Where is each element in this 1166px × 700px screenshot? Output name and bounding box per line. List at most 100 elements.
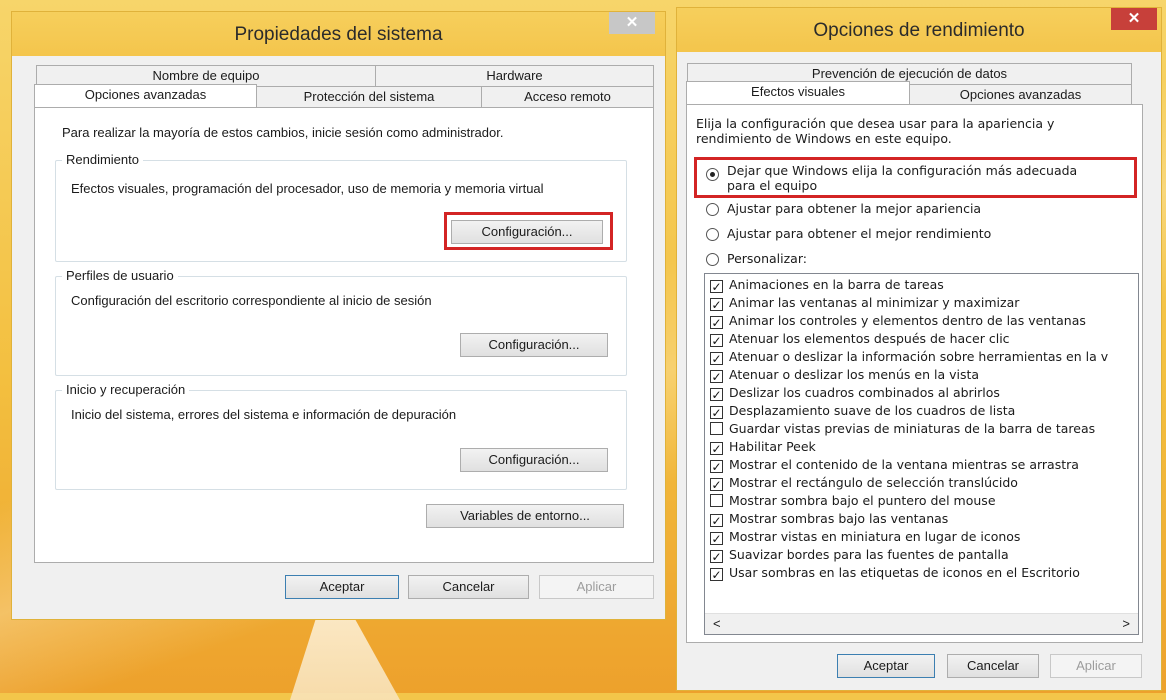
checkbox-checked[interactable]: ✓	[710, 298, 723, 311]
effect-label: Mostrar el rectángulo de selección trans…	[729, 475, 1018, 490]
tab-nombre-de-equipo[interactable]: Nombre de equipo	[36, 65, 376, 86]
startup-recovery-group: Inicio y recuperación Inicio del sistema…	[55, 382, 627, 490]
effect-item[interactable]: ✓ Animaciones en la barra de tareas	[710, 277, 944, 295]
cancel-button[interactable]: Cancelar	[947, 654, 1039, 678]
effect-label: Habilitar Peek	[729, 439, 816, 454]
effect-item[interactable]: ✓ Habilitar Peek	[710, 439, 816, 457]
effect-label: Mostrar el contenido de la ventana mient…	[729, 457, 1079, 472]
radio-best-performance-label: Ajustar para obtener el mejor rendimient…	[727, 226, 992, 241]
effect-item[interactable]: ✓ Atenuar o deslizar la información sobre…	[710, 349, 1108, 367]
effect-item[interactable]: ✓ Atenuar o deslizar los menús en la vist…	[710, 367, 979, 385]
performance-settings-button[interactable]: Configuración...	[451, 220, 603, 244]
effect-item[interactable]: Mostrar sombra bajo el puntero del mouse	[710, 493, 996, 511]
checkbox-checked[interactable]: ✓	[710, 388, 723, 401]
title-bar[interactable]: Opciones de rendimiento ✕	[677, 8, 1161, 52]
checkbox-checked[interactable]: ✓	[710, 532, 723, 545]
effect-item[interactable]: ✓ Animar los controles y elementos dentro…	[710, 313, 1086, 331]
admin-notice: Para realizar la mayoría de estos cambio…	[62, 125, 504, 140]
effect-label: Guardar vistas previas de miniaturas de …	[729, 421, 1096, 436]
horizontal-scrollbar[interactable]: < >	[705, 613, 1138, 634]
effect-label: Deslizar los cuadros combinados al abrir…	[729, 385, 1000, 400]
ok-button[interactable]: Aceptar	[285, 575, 399, 599]
effect-item[interactable]: ✓ Atenuar los elementos después de hacer …	[710, 331, 1010, 349]
window-title: Propiedades del sistema	[234, 24, 443, 45]
scroll-right-icon[interactable]: >	[1122, 616, 1130, 631]
cancel-button[interactable]: Cancelar	[408, 575, 529, 599]
effect-label: Animar las ventanas al minimizar y maxim…	[729, 295, 1020, 310]
checkbox-checked[interactable]: ✓	[710, 280, 723, 293]
close-button[interactable]: ✕	[609, 12, 655, 34]
checkbox-checked[interactable]: ✓	[710, 334, 723, 347]
effect-item[interactable]: ✓ Mostrar el contenido de la ventana mien…	[710, 457, 1079, 475]
checkbox-checked[interactable]: ✓	[710, 352, 723, 365]
startup-recovery-description: Inicio del sistema, errores del sistema …	[71, 407, 457, 422]
visual-effects-intro: Elija la configuración que desea usar pa…	[696, 116, 1055, 146]
user-profiles-group-label: Perfiles de usuario	[62, 268, 178, 283]
environment-variables-button[interactable]: Variables de entorno...	[426, 504, 624, 528]
effect-item[interactable]: ✓ Animar las ventanas al minimizar y maxi…	[710, 295, 1019, 313]
radio-custom[interactable]	[706, 253, 719, 266]
effect-item[interactable]: Guardar vistas previas de miniaturas de …	[710, 421, 1095, 439]
checkbox-checked[interactable]: ✓	[710, 568, 723, 581]
window-title: Opciones de rendimiento	[813, 20, 1025, 41]
radio-best-appearance[interactable]	[706, 203, 719, 216]
effect-item[interactable]: ✓ Mostrar el rectángulo de selección tran…	[710, 475, 1018, 493]
visual-effects-list[interactable]: ✓ Animaciones en la barra de tareas ✓ Anima…	[704, 273, 1139, 635]
radio-let-windows-choose-label-2: para el equipo	[727, 178, 818, 193]
startup-recovery-group-label: Inicio y recuperación	[62, 382, 190, 397]
tab-efectos-visuales[interactable]: Efectos visuales	[686, 81, 910, 104]
checkbox-unchecked[interactable]	[710, 422, 723, 435]
effect-label: Mostrar sombra bajo el puntero del mouse	[729, 493, 996, 508]
radio-let-windows-choose-label-1: Dejar que Windows elija la configuración…	[727, 163, 1078, 178]
performance-options-window: Opciones de rendimiento ✕ Prevención de …	[677, 8, 1161, 690]
effect-item[interactable]: ✓ Mostrar vistas en miniatura en lugar de…	[710, 529, 1020, 547]
radio-best-appearance-label: Ajustar para obtener la mejor apariencia	[727, 201, 982, 216]
system-properties-window: Propiedades del sistema ✕ Nombre de equi…	[12, 12, 665, 619]
checkbox-checked[interactable]: ✓	[710, 478, 723, 491]
effect-item[interactable]: ✓ Usar sombras en las etiquetas de iconos…	[710, 565, 1080, 583]
radio-best-performance[interactable]	[706, 228, 719, 241]
performance-description: Efectos visuales, programación del proce…	[71, 181, 544, 196]
scroll-left-icon[interactable]: <	[713, 616, 721, 631]
close-button[interactable]: ✕	[1111, 8, 1157, 30]
tab-opciones-avanzadas[interactable]: Opciones avanzadas	[34, 84, 257, 107]
startup-recovery-settings-button[interactable]: Configuración...	[460, 448, 608, 472]
checkbox-checked[interactable]: ✓	[710, 370, 723, 383]
effect-label: Atenuar los elementos después de hacer c…	[729, 331, 1010, 346]
checkbox-checked[interactable]: ✓	[710, 406, 723, 419]
effect-label: Atenuar o deslizar la información sobre …	[729, 349, 1109, 364]
user-profiles-description: Configuración del escritorio correspondi…	[71, 293, 432, 308]
effect-label: Mostrar vistas en miniatura en lugar de …	[729, 529, 1021, 544]
checkbox-checked[interactable]: ✓	[710, 316, 723, 329]
effect-item[interactable]: ✓ Mostrar sombras bajo las ventanas	[710, 511, 948, 529]
checkbox-checked[interactable]: ✓	[710, 514, 723, 527]
title-bar[interactable]: Propiedades del sistema ✕	[12, 12, 665, 56]
ok-button[interactable]: Aceptar	[837, 654, 935, 678]
tab-proteccion-del-sistema[interactable]: Protección del sistema	[256, 86, 482, 107]
effect-item[interactable]: ✓ Desplazamiento suave de los cuadros de …	[710, 403, 1015, 421]
effect-label: Animar los controles y elementos dentro …	[729, 313, 1086, 328]
apply-button[interactable]: Aplicar	[1050, 654, 1142, 678]
visual-effects-panel: Elija la configuración que desea usar pa…	[686, 104, 1143, 643]
tab-opciones-avanzadas-rendimiento[interactable]: Opciones avanzadas	[909, 84, 1132, 105]
effect-label: Atenuar o deslizar los menús en la vista	[729, 367, 980, 382]
user-profiles-group: Perfiles de usuario Configuración del es…	[55, 268, 627, 376]
effect-item[interactable]: ✓ Deslizar los cuadros combinados al abri…	[710, 385, 1000, 403]
user-profiles-settings-button[interactable]: Configuración...	[460, 333, 608, 357]
effect-label: Suavizar bordes para las fuentes de pant…	[729, 547, 1009, 562]
checkbox-checked[interactable]: ✓	[710, 460, 723, 473]
apply-button[interactable]: Aplicar	[539, 575, 654, 599]
effect-item[interactable]: ✓ Suavizar bordes para las fuentes de pan…	[710, 547, 1009, 565]
advanced-options-panel: Para realizar la mayoría de estos cambio…	[34, 107, 654, 563]
effect-label: Usar sombras en las etiquetas de iconos …	[729, 565, 1080, 580]
checkbox-checked[interactable]: ✓	[710, 550, 723, 563]
effect-label: Mostrar sombras bajo las ventanas	[729, 511, 949, 526]
tab-hardware[interactable]: Hardware	[375, 65, 654, 86]
checkbox-checked[interactable]: ✓	[710, 442, 723, 455]
effect-label: Desplazamiento suave de los cuadros de l…	[729, 403, 1016, 418]
radio-let-windows-choose[interactable]	[706, 168, 719, 181]
checkbox-unchecked[interactable]	[710, 494, 723, 507]
tab-acceso-remoto[interactable]: Acceso remoto	[481, 86, 654, 107]
effect-label: Animaciones en la barra de tareas	[729, 277, 944, 292]
performance-group: Rendimiento Efectos visuales, programaci…	[55, 152, 627, 262]
